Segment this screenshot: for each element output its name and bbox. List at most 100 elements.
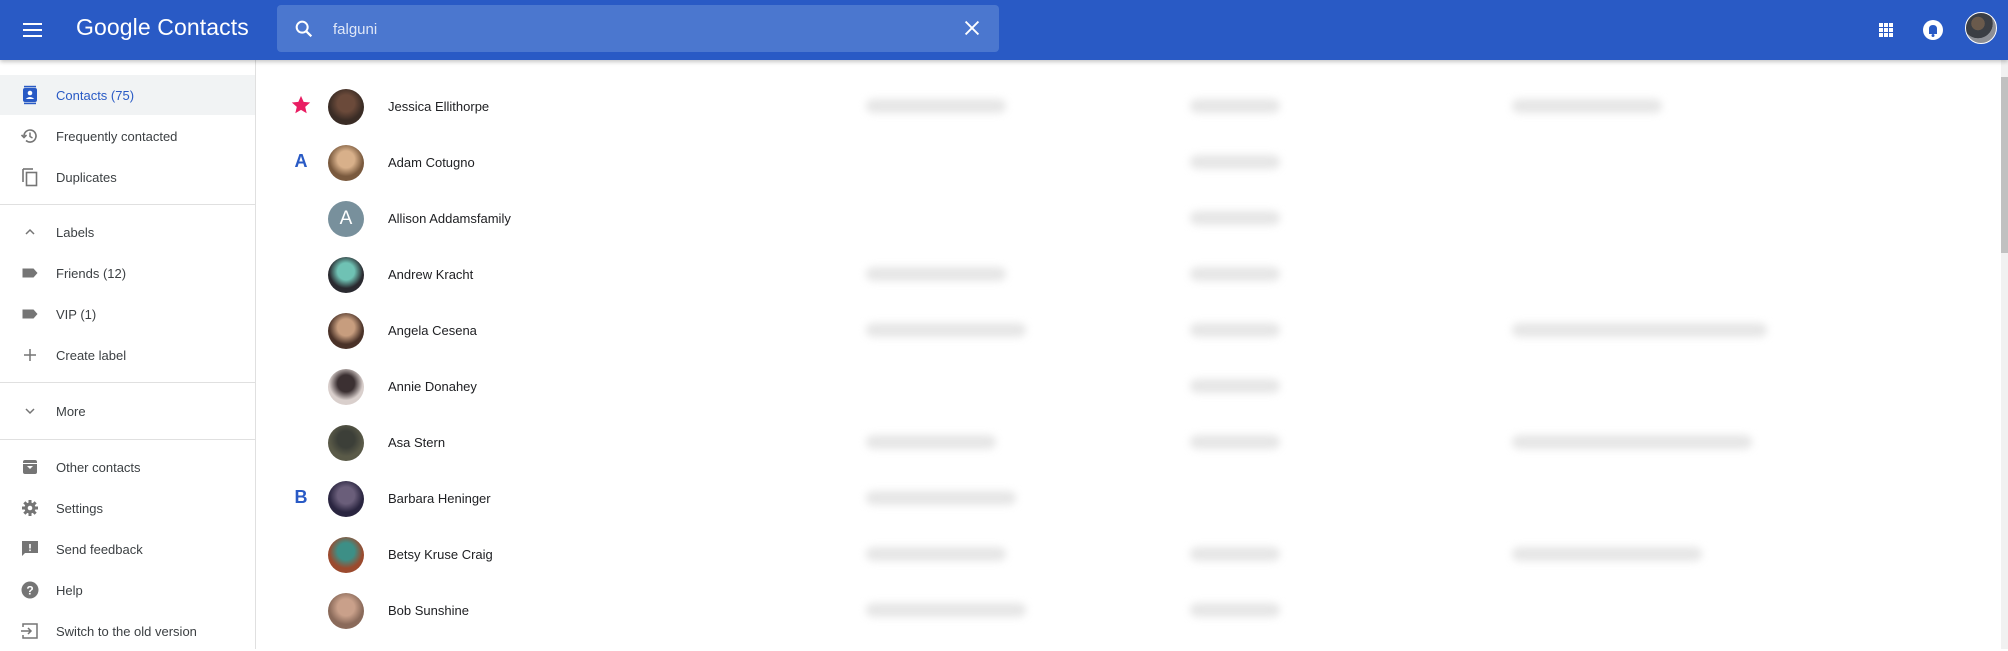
contact-phone-redacted: [1190, 435, 1280, 449]
contact-avatar[interactable]: [328, 425, 364, 461]
sidebar-item-help[interactable]: ? Help: [0, 570, 255, 610]
contact-name: Asa Stern: [388, 435, 446, 450]
contact-row[interactable]: Bob Sunshine: [256, 583, 1996, 639]
sidebar-item-switch-old-version[interactable]: Switch to the old version: [0, 611, 255, 651]
contact-email-redacted: [866, 99, 1006, 113]
menu-icon-bar: [23, 29, 42, 31]
sidebar-item-label: VIP (1): [56, 306, 97, 322]
sidebar-item-label: Switch to the old version: [56, 623, 197, 639]
sidebar-item-duplicates[interactable]: Duplicates: [0, 157, 255, 197]
label-icon: [22, 309, 38, 319]
contact-phone-redacted: [1190, 379, 1280, 393]
contact-avatar[interactable]: [328, 481, 364, 517]
contact-avatar[interactable]: [328, 369, 364, 405]
contact-phone-redacted: [1190, 267, 1280, 281]
contact-avatar[interactable]: [328, 593, 364, 629]
sidebar-divider: [0, 439, 255, 440]
label-icon: [22, 268, 38, 278]
contact-name: Betsy Kruse Craig: [388, 547, 493, 562]
contacts-icon: [23, 85, 37, 105]
contact-notes-redacted: [1512, 323, 1767, 337]
svg-text:?: ?: [26, 584, 33, 598]
section-letter: B: [294, 487, 308, 507]
sidebar-labels-toggle[interactable]: Labels: [0, 212, 255, 252]
duplicates-icon: [22, 168, 38, 187]
contact-email-redacted: [866, 491, 1016, 505]
contact-row[interactable]: Jessica Ellithorpe: [256, 79, 1996, 135]
contact-phone-redacted: [1190, 547, 1280, 561]
sidebar-item-label: Send feedback: [56, 541, 143, 557]
sidebar-item-label: Contacts (75): [56, 87, 135, 103]
contact-email-redacted: [866, 435, 996, 449]
search-input[interactable]: [333, 17, 933, 41]
contact-email-redacted: [866, 267, 1006, 281]
contact-name: Jessica Ellithorpe: [388, 99, 490, 114]
sidebar-more-toggle[interactable]: More: [0, 391, 255, 431]
apps-grid-icon[interactable]: [1872, 16, 1900, 44]
sidebar-item-frequently-contacted[interactable]: Frequently contacted: [0, 116, 255, 156]
contact-name: Annie Donahey: [388, 379, 477, 394]
history-icon: [20, 129, 37, 143]
sidebar-item-label: Duplicates: [56, 169, 117, 185]
contact-avatar[interactable]: [328, 257, 364, 293]
more-text: More: [56, 403, 86, 419]
sidebar-item-send-feedback[interactable]: Send feedback: [0, 529, 255, 569]
menu-icon-bar: [23, 35, 42, 37]
create-label-button[interactable]: Create label: [0, 335, 255, 375]
sidebar-item-label: Friends (12): [56, 265, 127, 281]
clear-search-icon[interactable]: [961, 17, 983, 39]
feedback-icon: [22, 541, 38, 556]
contact-avatar[interactable]: A: [328, 201, 364, 237]
contact-avatar[interactable]: [328, 313, 364, 349]
sidebar-item-label: Frequently contacted: [56, 128, 178, 144]
sidebar-label-friends[interactable]: Friends (12): [0, 253, 255, 293]
contact-row[interactable]: Betsy Kruse Craig: [256, 527, 1996, 583]
contact-phone-redacted: [1190, 99, 1280, 113]
contact-row[interactable]: Asa Stern: [256, 415, 1996, 471]
notifications-bell-icon[interactable]: [1919, 16, 1947, 44]
app-title[interactable]: Google Contacts: [76, 14, 249, 41]
contact-avatar[interactable]: [328, 145, 364, 181]
archive-icon: [23, 460, 37, 474]
contact-row[interactable]: A Adam Cotugno: [256, 135, 1996, 191]
account-avatar[interactable]: [1965, 12, 1997, 44]
contact-phone-redacted: [1190, 211, 1280, 225]
contact-row[interactable]: Angela Cesena: [256, 303, 1996, 359]
search-icon[interactable]: [293, 18, 315, 40]
contact-row[interactable]: A Allison Addamsfamily: [256, 191, 1996, 247]
contact-row[interactable]: B Barbara Heninger: [256, 471, 1996, 527]
contact-name: Allison Addamsfamily: [388, 211, 511, 226]
chevron-up-icon: [25, 228, 35, 235]
sidebar-divider: [0, 204, 255, 205]
contact-name: Angela Cesena: [388, 323, 477, 338]
plus-icon: [24, 349, 36, 361]
chevron-down-icon: [25, 408, 35, 415]
menu-icon: [23, 23, 42, 25]
scrollbar-thumb[interactable]: [2001, 77, 2008, 253]
labels-header: Labels: [56, 224, 95, 240]
contact-notes-redacted: [1512, 547, 1702, 561]
contact-notes-redacted: [1512, 435, 1752, 449]
sidebar-item-settings[interactable]: Settings: [0, 488, 255, 528]
search-box[interactable]: [277, 5, 999, 52]
scrollbar[interactable]: [2001, 60, 2008, 649]
contact-name: Andrew Kracht: [388, 267, 474, 282]
contact-row[interactable]: Annie Donahey: [256, 359, 1996, 415]
sidebar-item-label: Settings: [56, 500, 103, 516]
main-menu-button[interactable]: [20, 16, 48, 44]
section-letter: A: [294, 151, 308, 171]
sidebar-divider: [0, 382, 255, 383]
contact-email-redacted: [866, 323, 1026, 337]
contact-email-redacted: [866, 603, 1026, 617]
sidebar-item-contacts[interactable]: Contacts (75): [0, 75, 255, 115]
contact-avatar[interactable]: [328, 89, 364, 125]
contact-email-redacted: [866, 547, 1006, 561]
starred-icon: [291, 95, 311, 114]
sidebar-label-vip[interactable]: VIP (1): [0, 294, 255, 334]
help-icon: ?: [21, 581, 39, 599]
contact-row[interactable]: Andrew Kracht: [256, 247, 1996, 303]
contact-phone-redacted: [1190, 155, 1280, 169]
contact-avatar[interactable]: [328, 537, 364, 573]
contact-name: Barbara Heninger: [388, 491, 491, 506]
sidebar-item-other-contacts[interactable]: Other contacts: [0, 447, 255, 487]
